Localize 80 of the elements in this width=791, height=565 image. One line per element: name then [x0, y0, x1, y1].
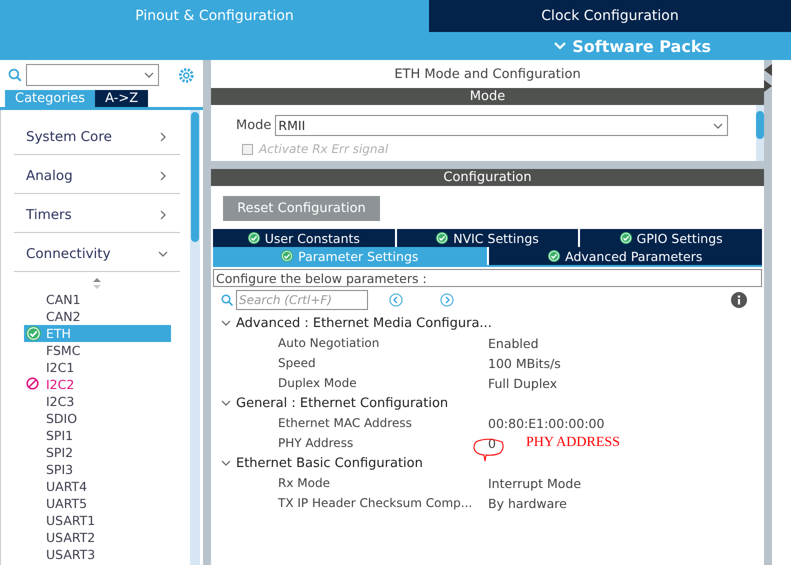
category-item[interactable]: Analog [14, 155, 180, 194]
category-item[interactable]: Connectivity [14, 233, 180, 272]
scrollbar[interactable] [190, 110, 200, 565]
section-header: Mode [211, 88, 764, 105]
parameter-name: PHY Address [278, 436, 354, 450]
checkbox-label: Activate Rx Err signal [259, 142, 388, 156]
peripheral-item[interactable]: UART4 [24, 478, 171, 495]
parameter-name: Ethernet MAC Address [278, 416, 413, 430]
peripheral-item[interactable]: FSMC [24, 342, 171, 359]
parameter-name: TX IP Header Checksum Comp... [278, 496, 474, 510]
parameter-name: Auto Negotiation [278, 336, 380, 350]
parameter-value[interactable]: Enabled [488, 336, 539, 350]
peripheral-item[interactable]: USART2 [24, 529, 171, 546]
peripheral-item[interactable]: I2C2 [24, 376, 171, 393]
check-circle-icon [436, 232, 448, 244]
category-item[interactable]: System Core [14, 116, 180, 155]
caret-icon [144, 70, 154, 80]
chevron-right-icon [158, 171, 168, 181]
settings-icon[interactable] [178, 66, 195, 84]
check-circle-icon [620, 232, 632, 244]
previous-icon[interactable] [389, 293, 403, 307]
group-label: Advanced : Ethernet Media Configura... [236, 316, 492, 330]
chevron-down-icon [221, 458, 231, 468]
chevron-right-icon [158, 132, 168, 142]
peripheral-item[interactable]: USART1 [24, 512, 171, 529]
section-header: Configuration [211, 169, 764, 186]
sort-icon[interactable] [93, 278, 101, 289]
parameter-value[interactable]: 00:80:E1:00:00:00 [488, 416, 604, 430]
config-tab[interactable]: Advanced Parameters [488, 247, 762, 265]
search-icon[interactable] [8, 68, 22, 82]
check-circle-icon [281, 250, 294, 262]
config-tab[interactable]: GPIO Settings [580, 229, 762, 247]
caret-icon [713, 120, 724, 130]
chevron-down-icon [554, 41, 566, 51]
group-row[interactable]: General : Ethernet Configuration [213, 393, 762, 413]
category-item[interactable]: Timers [14, 194, 180, 233]
group-label: Ethernet Basic Configuration [236, 456, 423, 470]
peripheral-item[interactable]: SPI3 [24, 461, 171, 478]
parameter-value[interactable]: 100 MBits/s [488, 356, 561, 370]
group-row[interactable]: Advanced : Ethernet Media Configura... [213, 313, 762, 333]
parameter-value[interactable]: Interrupt Mode [488, 476, 582, 490]
peripheral-item[interactable]: USART3 [24, 546, 171, 563]
parameter-name: Rx Mode [278, 476, 331, 490]
info-icon[interactable] [731, 292, 747, 308]
search-field[interactable]: Search (Crtl+F) [236, 290, 368, 310]
parameter-value[interactable]: By hardware [488, 496, 567, 510]
check-circle-icon [26, 326, 41, 341]
peripheral-item[interactable]: UART5 [24, 495, 171, 512]
group-label: General : Ethernet Configuration [236, 396, 448, 410]
field-label: Mode [236, 118, 272, 133]
peripheral-item[interactable]: SPI2 [24, 444, 171, 461]
check-circle-icon [248, 232, 260, 244]
parameter-value[interactable]: Full Duplex [488, 376, 558, 390]
peripheral-item[interactable]: I2C1 [24, 359, 171, 376]
search-icon [221, 294, 233, 306]
chevron-down-icon [158, 249, 168, 259]
next-icon[interactable] [440, 293, 454, 307]
group-row[interactable]: Ethernet Basic Configuration [213, 453, 762, 473]
peripheral-item[interactable]: SDIO [24, 410, 171, 427]
panel-title: ETH Mode and Configuration [393, 66, 582, 84]
check-circle-icon [548, 250, 560, 262]
config-tab[interactable]: NVIC Settings [396, 229, 578, 247]
parameter-name: Duplex Mode [278, 376, 358, 390]
sidebar-tab[interactable]: A->Z [95, 90, 148, 107]
peripheral-item[interactable]: CAN2 [24, 308, 171, 325]
chevron-down-icon [221, 398, 231, 408]
chevron-right-icon [158, 210, 168, 220]
peripheral-item[interactable]: I2C3 [24, 393, 171, 410]
peripheral-item[interactable]: CAN1 [24, 291, 171, 308]
parameter-name: Speed [278, 356, 317, 370]
config-tab[interactable]: User Constants [213, 229, 395, 247]
hint-text: Configure the below parameters : [213, 269, 762, 287]
chevron-down-icon [221, 318, 231, 328]
scrollbar[interactable] [756, 105, 764, 161]
mode-select[interactable]: RMII [275, 115, 728, 136]
peripheral-item[interactable]: SPI1 [24, 427, 171, 444]
top-tab[interactable]: Clock Configuration [429, 0, 791, 32]
prohibited-icon [26, 377, 39, 390]
search-combo[interactable] [26, 64, 160, 86]
annotation-text: PHY ADDRESS [526, 435, 620, 451]
